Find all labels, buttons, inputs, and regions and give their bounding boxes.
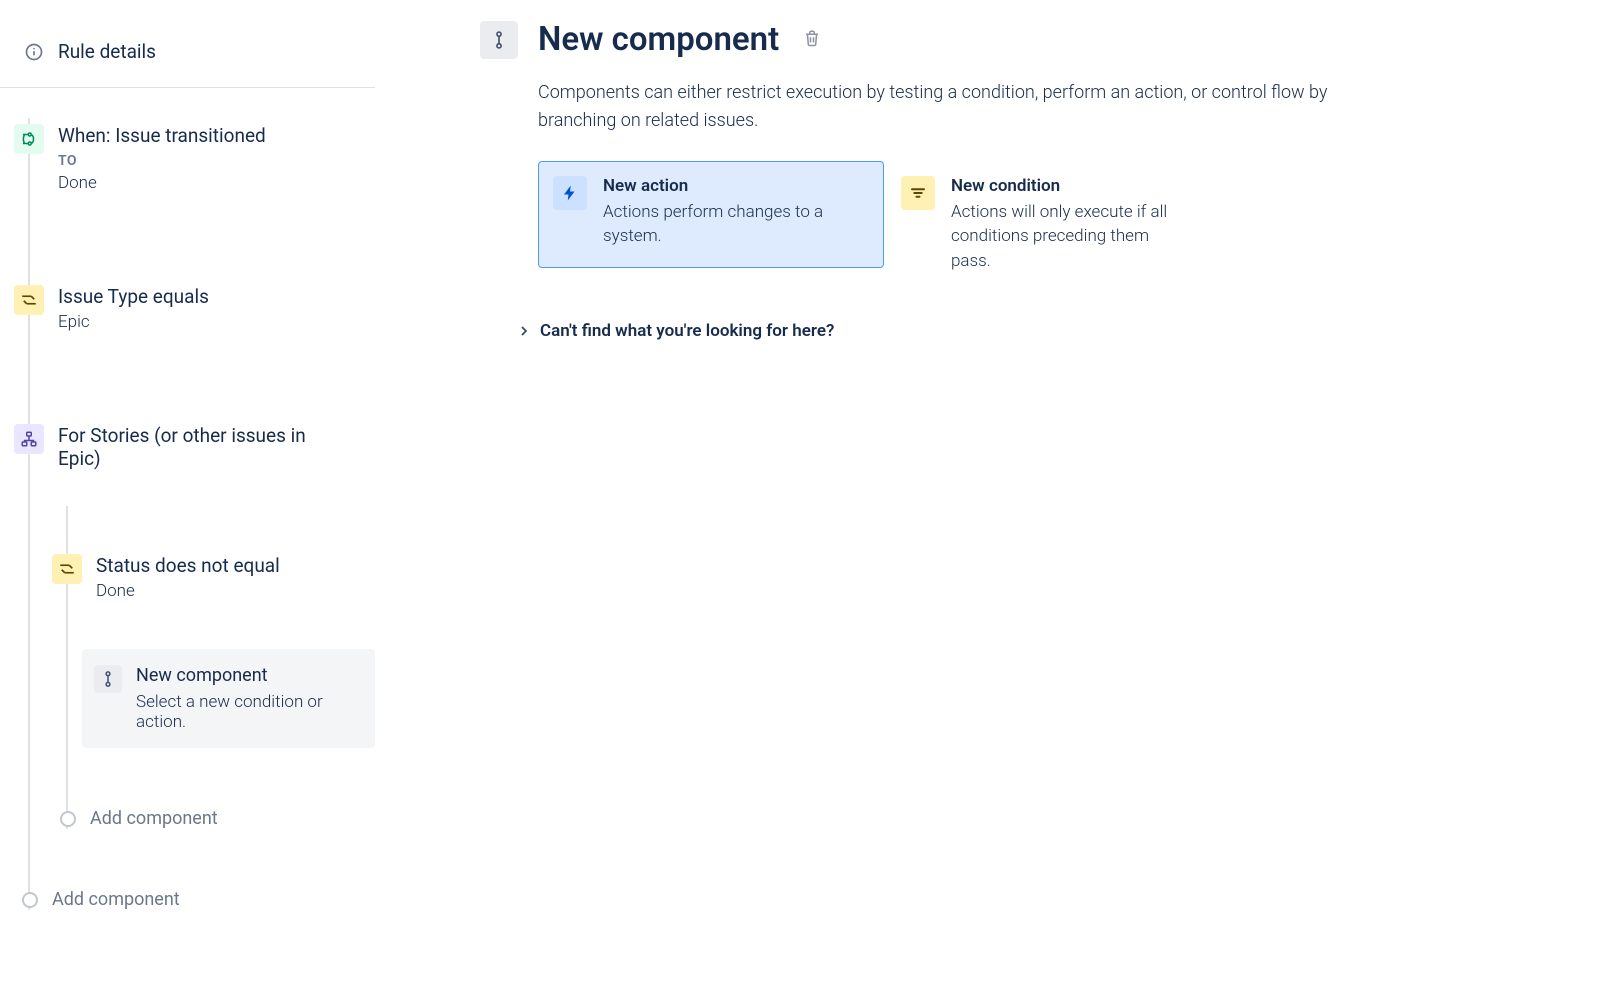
rule-timeline-line <box>28 118 30 910</box>
panel-subtitle: Components can either restrict execution… <box>538 79 1358 135</box>
condition-card-title: New condition <box>951 176 1191 196</box>
branch-add-component[interactable]: Add component <box>38 808 375 829</box>
branch-icon <box>14 424 44 454</box>
filter-icon <box>901 176 935 210</box>
panel-icon <box>480 21 518 59</box>
action-card-title: New action <box>603 176 843 196</box>
condition-value: Epic <box>58 312 209 332</box>
rule-branch[interactable]: For Stories (or other issues in Epic) <box>0 416 375 478</box>
add-circle-icon <box>60 811 76 827</box>
help-toggle[interactable]: Can't find what you're looking for here? <box>516 321 1560 341</box>
branch-condition-status[interactable]: Status does not equal Done <box>38 546 375 609</box>
condition-icon <box>52 554 82 584</box>
new-component-icon <box>94 665 122 693</box>
add-component-label: Add component <box>90 808 218 829</box>
condition-card-desc: Actions will only execute if all conditi… <box>951 200 1191 274</box>
new-action-card[interactable]: New action Actions perform changes to a … <box>538 161 884 268</box>
rule-branch-children: Status does not equal Done New component… <box>38 506 375 829</box>
add-component-outer-label: Add component <box>52 889 180 910</box>
add-circle-icon <box>22 892 38 908</box>
rule-sidebar: Rule details When: Issue transitioned TO… <box>0 0 375 1001</box>
help-label: Can't find what you're looking for here? <box>540 321 834 341</box>
rule-condition-issuetype[interactable]: Issue Type equals Epic <box>0 277 375 340</box>
branch-title: For Stories (or other issues in Epic) <box>58 424 351 470</box>
branch-condition-value: Done <box>96 581 280 601</box>
chevron-right-icon <box>516 323 532 339</box>
rule-trigger[interactable]: When: Issue transitioned TO Done <box>0 116 375 201</box>
branch-condition-title: Status does not equal <box>96 554 280 577</box>
rule-details-header[interactable]: Rule details <box>0 0 375 88</box>
new-condition-card[interactable]: New condition Actions will only execute … <box>900 161 1230 293</box>
info-icon <box>24 42 44 62</box>
trigger-to-label: TO <box>58 153 266 169</box>
component-panel: New component Components can either rest… <box>375 0 1600 1001</box>
trigger-icon <box>14 124 44 154</box>
trigger-title: When: Issue transitioned <box>58 124 266 147</box>
branch-new-component[interactable]: New component Select a new condition or … <box>82 649 375 748</box>
new-component-desc: Select a new condition or action. <box>136 692 355 732</box>
rule-add-component[interactable]: Add component <box>0 889 375 910</box>
panel-title: New component <box>538 20 779 59</box>
action-card-desc: Actions perform changes to a system. <box>603 200 843 249</box>
condition-icon <box>14 285 44 315</box>
delete-component-button[interactable] <box>803 29 821 51</box>
trigger-to-value: Done <box>58 173 266 193</box>
rule-details-label: Rule details <box>58 40 156 63</box>
condition-title: Issue Type equals <box>58 285 209 308</box>
bolt-icon <box>553 176 587 210</box>
new-component-title: New component <box>136 665 355 686</box>
